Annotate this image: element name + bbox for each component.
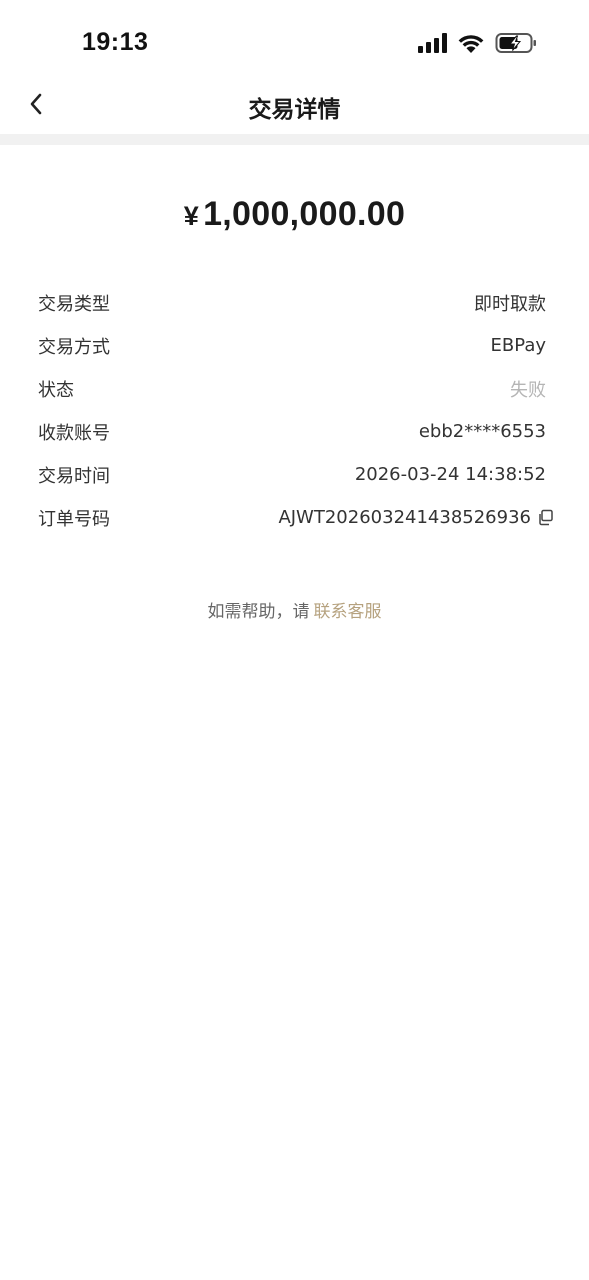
signal-icon [418,33,447,53]
screen: 19:13 交易详情 ¥ 1,000,000.00 交易类型 即时取款 交易方式… [0,0,589,1280]
detail-label: 交易类型 [38,293,110,315]
detail-value: 2026-03-24 14:38:52 [354,464,546,485]
transaction-amount: ¥1,000,000.00 [0,195,589,234]
transaction-details: 交易类型 即时取款 交易方式 EBPay 状态 失败 收款账号 ebb2****… [38,281,553,539]
status-time: 19:13 [82,28,149,56]
detail-row-time: 交易时间 2026-03-24 14:38:52 [38,453,546,496]
detail-row-method: 交易方式 EBPay [38,324,546,367]
currency-symbol: ¥ [183,201,200,231]
detail-label: 状态 [38,379,74,401]
header: 交易详情 [0,80,589,134]
detail-row-order-number: 订单号码 AJWT202603241438526936 [38,496,553,539]
wifi-icon [457,33,485,54]
page-title: 交易详情 [248,97,341,123]
amount-value: 1,000,000.00 [203,195,406,233]
detail-row-status: 状态 失败 [38,367,546,410]
contact-support-link[interactable]: 联系客服 [314,602,382,622]
battery-charging-icon [495,32,537,54]
detail-row-account: 收款账号 ebb2****6553 [38,410,546,453]
status-icons [418,31,537,55]
detail-label: 收款账号 [38,422,110,444]
status-value: 失败 [510,379,546,401]
status-bar: 19:13 [0,0,589,80]
detail-label: 交易方式 [38,336,110,358]
detail-label: 交易时间 [38,465,110,487]
detail-value: EBPay [490,335,546,356]
header-divider [0,134,589,145]
detail-label: 订单号码 [38,508,110,530]
copy-icon[interactable] [537,509,554,526]
detail-value: 即时取款 [474,293,546,315]
help-text: 如需帮助，请 [207,602,310,622]
help-line: 如需帮助，请 联系客服 [0,597,589,622]
detail-value: ebb2****6553 [418,421,546,442]
order-number-text: AJWT202603241438526936 [278,507,531,528]
detail-row-type: 交易类型 即时取款 [38,281,546,324]
order-number-value: AJWT202603241438526936 [278,507,553,528]
